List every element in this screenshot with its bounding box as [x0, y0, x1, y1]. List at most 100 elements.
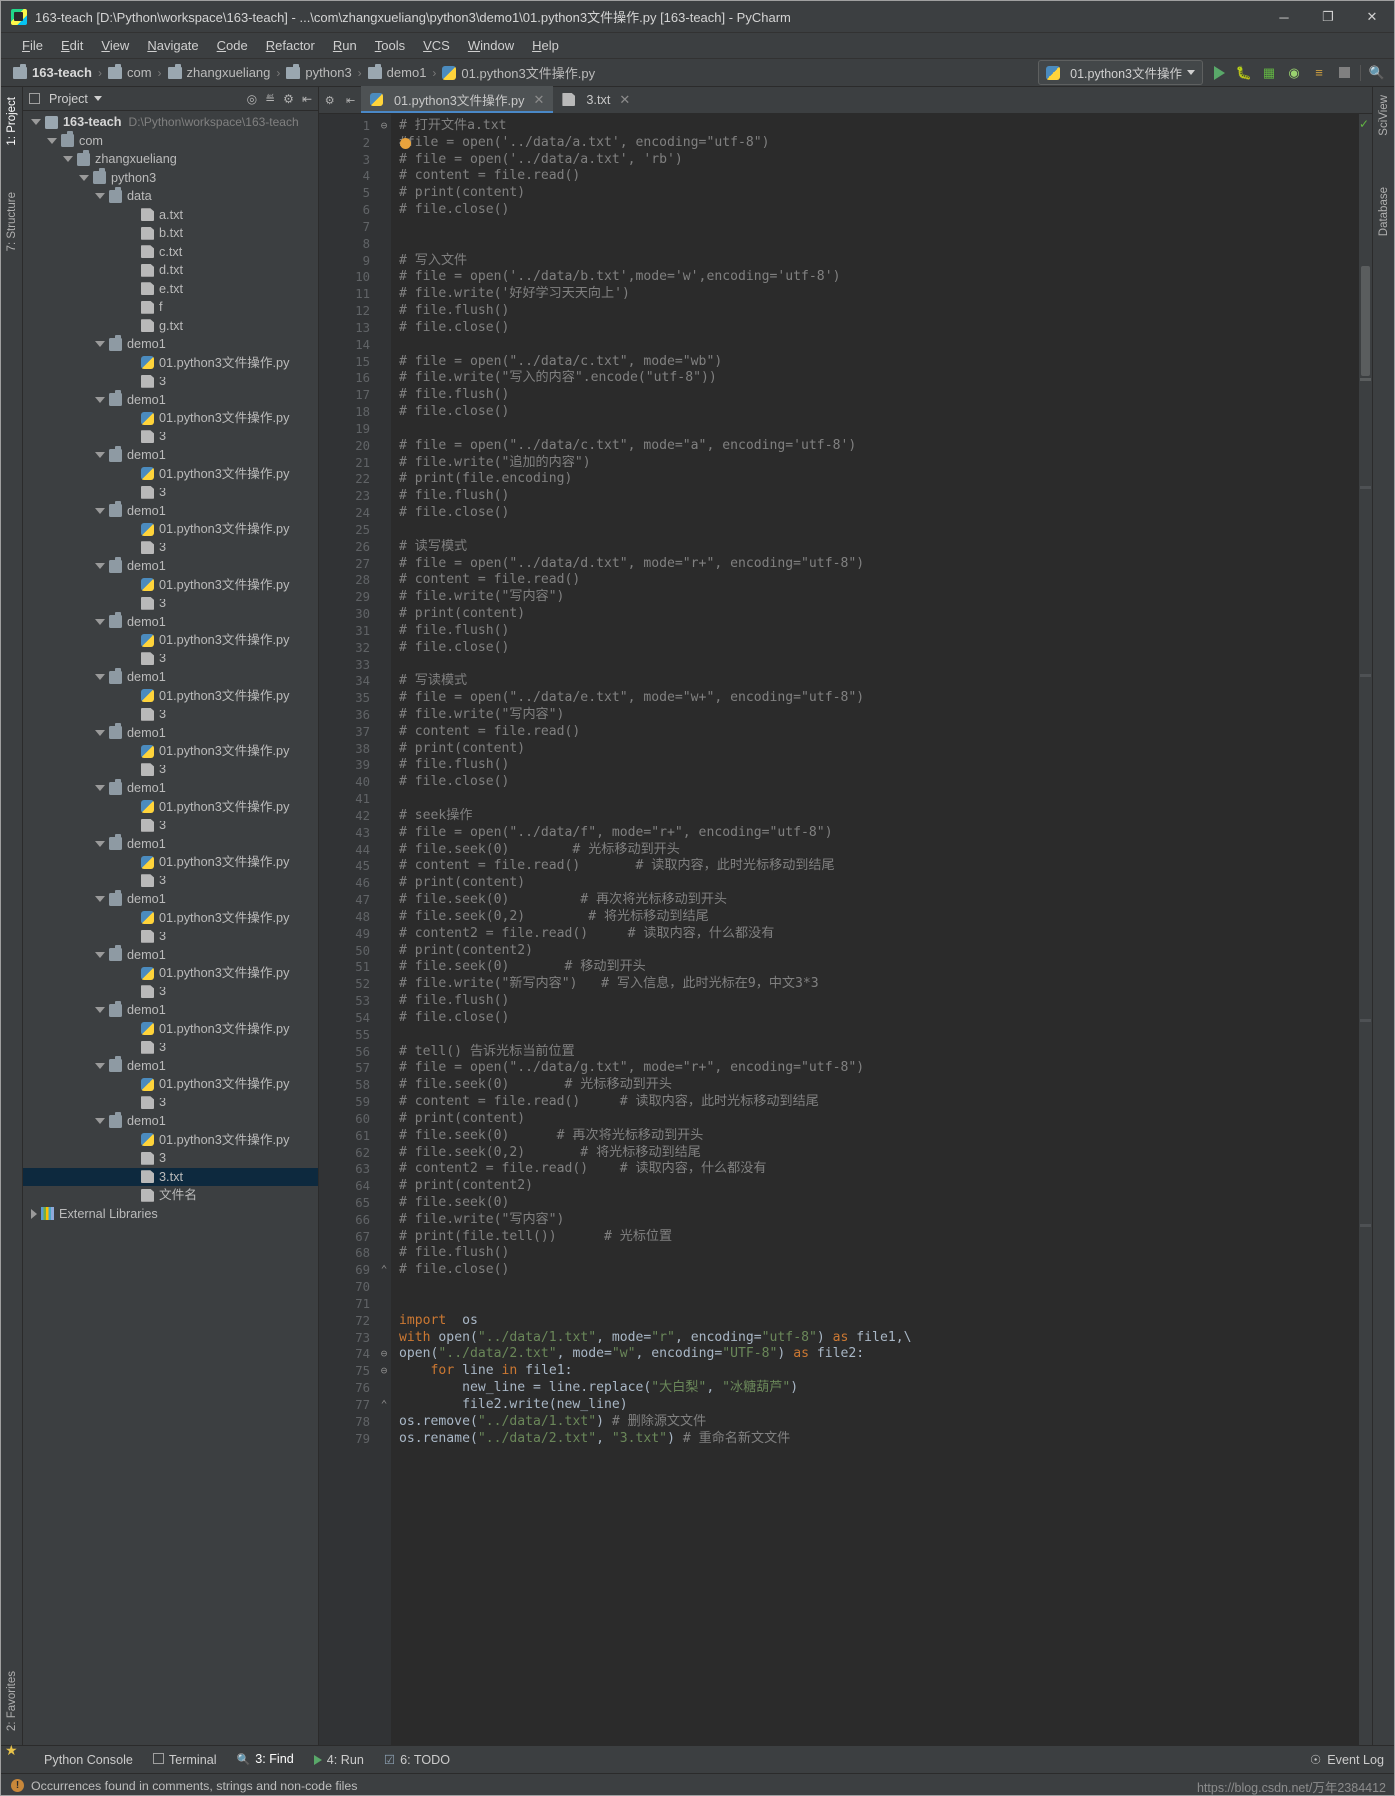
tree-item[interactable]: demo1: [23, 834, 318, 854]
code-line[interactable]: # file.flush(): [399, 303, 1359, 320]
sidebar-item-structure[interactable]: 7: Structure: [6, 192, 18, 251]
code-line[interactable]: os.rename("../data/2.txt", "3.txt") # 重命…: [399, 1431, 1359, 1448]
tree-item[interactable]: 01.python3文件操作.py: [23, 1075, 318, 1094]
code-line[interactable]: # content2 = file.read() # 读取内容，什么都没有: [399, 926, 1359, 943]
code-content[interactable]: # 打开文件a.txt #file = open('../data/a.txt',…: [391, 114, 1359, 1745]
tree-item[interactable]: 01.python3文件操作.py: [23, 354, 318, 373]
code-line[interactable]: [399, 337, 1359, 354]
code-line[interactable]: # file = open('../data/b.txt',mode='w',e…: [399, 269, 1359, 286]
breadcrumb-item-3[interactable]: python3: [286, 63, 352, 80]
code-line[interactable]: #file = open('../data/a.txt', encoding="…: [399, 135, 1359, 152]
tree-item[interactable]: demo1: [23, 945, 318, 965]
tree-item[interactable]: 01.python3文件操作.py: [23, 964, 318, 983]
code-line[interactable]: [399, 236, 1359, 253]
tree-item[interactable]: 3: [23, 1038, 318, 1057]
run-configuration-selector[interactable]: 01.python3文件操作: [1038, 60, 1203, 85]
tree-item[interactable]: 3: [23, 428, 318, 447]
tree-item[interactable]: 01.python3文件操作.py: [23, 909, 318, 928]
code-line[interactable]: # file.close(): [399, 404, 1359, 421]
expand-icon[interactable]: ⇤: [346, 94, 355, 107]
editor-tab-1[interactable]: 3.txt ✕: [553, 86, 639, 113]
code-line[interactable]: # file.close(): [399, 505, 1359, 522]
code-line[interactable]: # file.seek(0): [399, 1195, 1359, 1212]
tree-item[interactable]: 01.python3文件操作.py: [23, 1131, 318, 1150]
code-line[interactable]: # file = open("../data/c.txt", mode="a",…: [399, 438, 1359, 455]
code-line[interactable]: # print(content): [399, 606, 1359, 623]
code-line[interactable]: # file.write("写内容"): [399, 589, 1359, 606]
code-line[interactable]: # 打开文件a.txt: [399, 118, 1359, 135]
stop-icon[interactable]: [1335, 64, 1353, 82]
code-line[interactable]: # print(content): [399, 875, 1359, 892]
tree-item[interactable]: 163-teach D:\Python\workspace\163-teach: [23, 113, 318, 132]
code-line[interactable]: # file.write("新写内容") # 写入信息，此时光标在9，中文3*3: [399, 976, 1359, 993]
tree-item[interactable]: 3: [23, 1149, 318, 1168]
code-line[interactable]: [399, 1027, 1359, 1044]
breadcrumb-item-4[interactable]: demo1: [367, 63, 426, 80]
editor-tab-0[interactable]: 01.python3文件操作.py ✕: [361, 86, 554, 113]
tree-item[interactable]: 3: [23, 372, 318, 391]
intention-bulb-icon[interactable]: [400, 137, 411, 149]
tree-item[interactable]: 3: [23, 650, 318, 669]
tree-item[interactable]: zhangxueliang: [23, 149, 318, 169]
code-line[interactable]: # tell() 告诉光标当前位置: [399, 1044, 1359, 1061]
tree-item[interactable]: c.txt: [23, 243, 318, 262]
tree-item[interactable]: e.txt: [23, 280, 318, 299]
tree-item[interactable]: demo1: [23, 1111, 318, 1131]
chevron-down-icon[interactable]: [95, 1062, 105, 1069]
tree-item[interactable]: 3: [23, 816, 318, 835]
code-line[interactable]: # 读写模式: [399, 539, 1359, 556]
chevron-down-icon[interactable]: [95, 1007, 105, 1014]
code-line[interactable]: # print(content): [399, 1111, 1359, 1128]
hide-icon[interactable]: ⇤: [302, 92, 312, 106]
code-line[interactable]: # file = open("../data/c.txt", mode="wb"…: [399, 354, 1359, 371]
chevron-down-icon[interactable]: [95, 729, 105, 736]
tool-window-3-find[interactable]: 🔍 3: Find: [237, 1752, 294, 1767]
code-line[interactable]: # print(content2): [399, 1178, 1359, 1195]
code-line[interactable]: # file.close(): [399, 202, 1359, 219]
menu-item-file[interactable]: File: [13, 36, 52, 55]
code-line[interactable]: # file.seek(0) # 再次将光标移动到开头: [399, 1128, 1359, 1145]
code-line[interactable]: for line in file1:: [399, 1363, 1359, 1380]
tree-item[interactable]: demo1: [23, 1000, 318, 1020]
tree-item[interactable]: 3: [23, 1094, 318, 1113]
code-line[interactable]: open("../data/2.txt", mode="w", encoding…: [399, 1346, 1359, 1363]
tree-item[interactable]: demo1: [23, 501, 318, 521]
chevron-down-icon[interactable]: [95, 452, 105, 459]
code-line[interactable]: # file.seek(0) # 光标移动到开头: [399, 1077, 1359, 1094]
code-line[interactable]: # seek操作: [399, 808, 1359, 825]
code-line[interactable]: # file.seek(0,2) # 将光标移动到结尾: [399, 909, 1359, 926]
code-line[interactable]: # file = open("../data/e.txt", mode="w+"…: [399, 690, 1359, 707]
code-line[interactable]: # print(content2): [399, 943, 1359, 960]
run-icon[interactable]: [1210, 64, 1228, 82]
sidebar-item-database[interactable]: Database: [1378, 187, 1390, 236]
code-line[interactable]: # file = open("../data/g.txt", mode="r+"…: [399, 1060, 1359, 1077]
tree-item[interactable]: d.txt: [23, 261, 318, 280]
code-line[interactable]: # file.flush(): [399, 623, 1359, 640]
code-line[interactable]: # print(file.encoding): [399, 471, 1359, 488]
menu-item-refactor[interactable]: Refactor: [257, 36, 324, 55]
tree-item[interactable]: demo1: [23, 390, 318, 410]
code-line[interactable]: # file.close(): [399, 774, 1359, 791]
menu-item-view[interactable]: View: [92, 36, 138, 55]
menu-item-vcs[interactable]: VCS: [414, 36, 459, 55]
tree-item[interactable]: demo1: [23, 612, 318, 632]
tree-item[interactable]: 3: [23, 594, 318, 613]
code-line[interactable]: # file.seek(0) # 移动到开头: [399, 959, 1359, 976]
chevron-down-icon[interactable]: [31, 119, 41, 126]
tree-item[interactable]: data: [23, 186, 318, 206]
code-line[interactable]: # content = file.read(): [399, 168, 1359, 185]
tree-item[interactable]: 01.python3文件操作.py: [23, 742, 318, 761]
chevron-down-icon[interactable]: [95, 1118, 105, 1125]
fold-marker[interactable]: ⊖: [377, 1363, 391, 1380]
minimize-button[interactable]: ─: [1262, 1, 1306, 33]
tree-item[interactable]: demo1: [23, 556, 318, 576]
close-icon[interactable]: ✕: [533, 92, 544, 108]
code-line[interactable]: [399, 791, 1359, 808]
breadcrumb-item-2[interactable]: zhangxueliang: [167, 63, 270, 80]
tree-item[interactable]: 01.python3文件操作.py: [23, 465, 318, 484]
chevron-down-icon[interactable]: [95, 341, 105, 348]
code-line[interactable]: new_line = line.replace("大白梨", "冰糖葫芦"): [399, 1380, 1359, 1397]
fold-marker[interactable]: ⌃: [377, 1397, 391, 1414]
favorites-star-icon[interactable]: ★: [5, 1742, 18, 1759]
tree-item[interactable]: 01.python3文件操作.py: [23, 687, 318, 706]
